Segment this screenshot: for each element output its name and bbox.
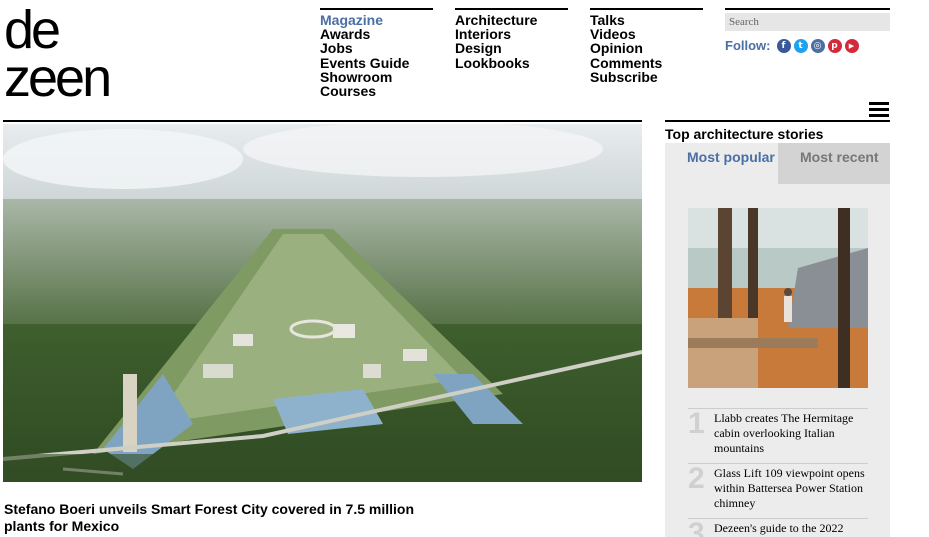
pinterest-icon[interactable]: p <box>827 38 842 53</box>
nav-link-architecture[interactable]: Architecture <box>455 13 568 27</box>
instagram-icon[interactable]: ◎ <box>810 38 825 53</box>
tab-most-popular[interactable]: Most popular <box>665 143 778 184</box>
nav-column-2: Architecture Interiors Design Lookbooks <box>455 8 568 70</box>
story-thumbnail[interactable] <box>688 208 868 388</box>
story-title: Glass Lift 109 viewpoint opens within Ba… <box>714 466 865 510</box>
search-area: Search <box>725 8 890 31</box>
popular-story-3[interactable]: 3 Dezeen's guide to the 2022 FIFA World … <box>688 517 868 537</box>
nav-link-subscribe[interactable]: Subscribe <box>590 70 703 84</box>
nav-link-interiors[interactable]: Interiors <box>455 27 568 41</box>
sidebar-title: Top architecture stories <box>665 126 824 142</box>
nav-link-opinion[interactable]: Opinion <box>590 41 703 55</box>
nav-link-jobs[interactable]: Jobs <box>320 41 433 55</box>
nav-column-1: Magazine Awards Jobs Events Guide Showro… <box>320 8 433 98</box>
facebook-icon[interactable]: f <box>776 38 791 53</box>
story-number: 1 <box>688 407 705 440</box>
main-divider <box>3 120 642 122</box>
main-headline[interactable]: Stefano Boeri unveils Smart Forest City … <box>4 501 444 535</box>
logo-line-1: de <box>4 0 61 60</box>
logo-line-2: zeen <box>4 48 112 108</box>
twitter-icon[interactable]: t <box>793 38 808 53</box>
sidebar-divider <box>665 120 890 122</box>
nav-link-magazine[interactable]: Magazine <box>320 13 433 27</box>
nav-link-videos[interactable]: Videos <box>590 27 703 41</box>
story-number: 3 <box>688 517 705 537</box>
nav-link-design[interactable]: Design <box>455 41 568 55</box>
dezeen-logo[interactable]: de zeen <box>4 0 112 108</box>
story-number: 2 <box>688 462 705 495</box>
story-title: Dezeen's guide to the 2022 FIFA World Cu… <box>714 521 844 537</box>
nav-link-awards[interactable]: Awards <box>320 27 433 41</box>
menu-icon[interactable] <box>869 102 889 118</box>
search-input[interactable]: Search <box>725 13 890 31</box>
nav-column-3: Talks Videos Opinion Comments Subscribe <box>590 8 703 84</box>
popular-story-2[interactable]: 2 Glass Lift 109 viewpoint opens within … <box>688 462 868 511</box>
story-title: Llabb creates The Hermitage cabin overlo… <box>714 411 854 455</box>
popular-story-1[interactable]: 1 Llabb creates The Hermitage cabin over… <box>688 407 868 456</box>
nav-link-events-guide[interactable]: Events Guide <box>320 55 433 70</box>
nav-link-comments[interactable]: Comments <box>590 55 703 70</box>
tab-most-recent[interactable]: Most recent <box>778 143 890 184</box>
follow-bar: Follow: f t ◎ p ▶ <box>725 38 859 53</box>
youtube-icon[interactable]: ▶ <box>844 38 859 53</box>
nav-link-lookbooks[interactable]: Lookbooks <box>455 55 568 70</box>
hero-image[interactable] <box>3 124 642 482</box>
nav-link-talks[interactable]: Talks <box>590 13 703 27</box>
nav-link-showroom[interactable]: Showroom <box>320 70 433 84</box>
nav-link-courses[interactable]: Courses <box>320 84 433 98</box>
follow-label: Follow: <box>725 38 771 53</box>
